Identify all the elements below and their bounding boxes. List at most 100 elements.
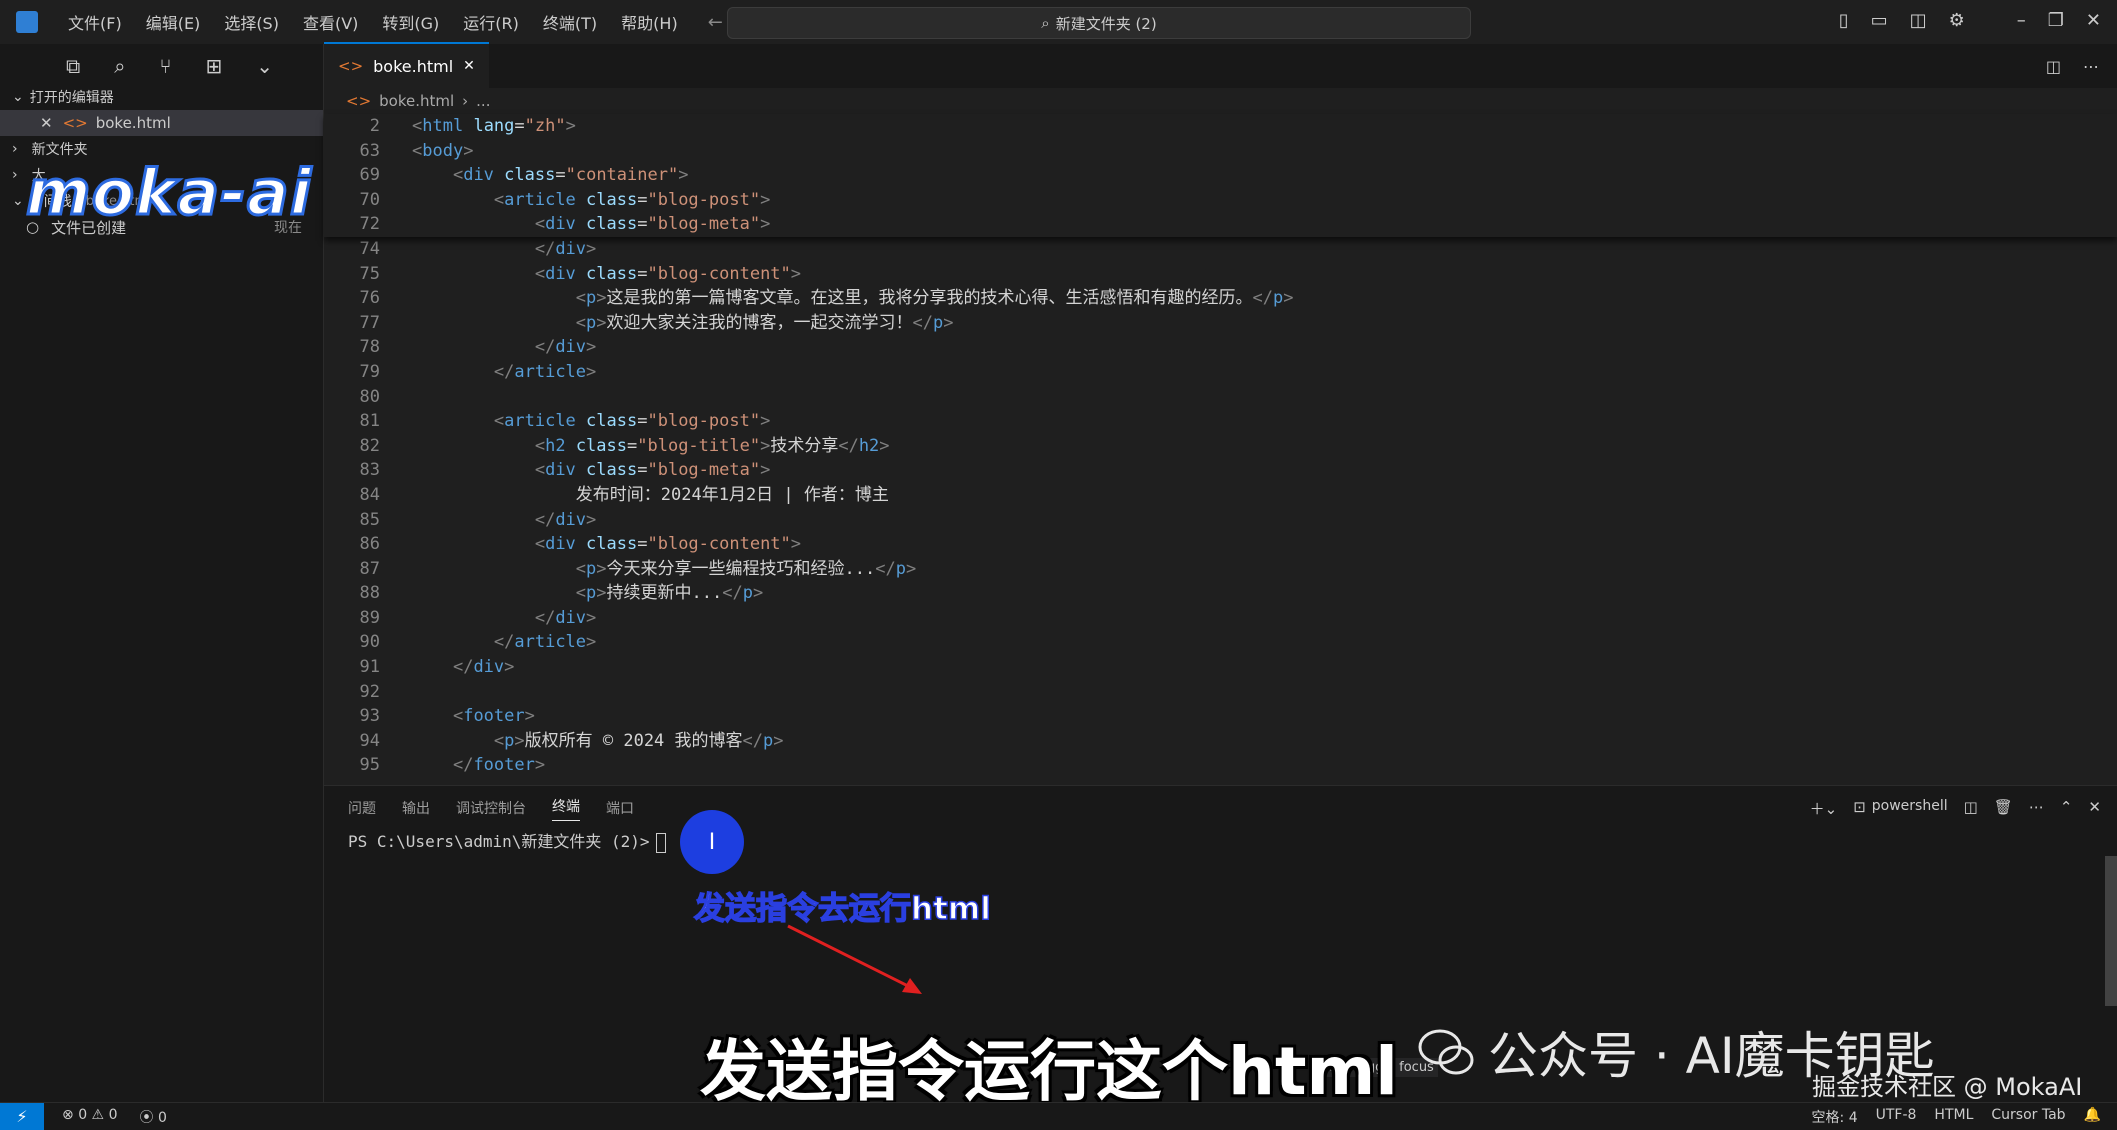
line-number: 78 (359, 337, 380, 358)
code-area[interactable]: 2 <html lang="zh"> 63 <body> 69 <div class="… (324, 114, 2117, 778)
open-editor-item[interactable]: ✕ <> boke.html (0, 110, 323, 136)
code-line: 86 <div class="blog-content"> (324, 532, 2117, 557)
line-content: <h2 class="blog-title">技术分享</h2> (534, 435, 890, 456)
remote-indicator-icon[interactable]: ⚡ (0, 1103, 44, 1130)
video-subtitle: 发送指令运行这个html (700, 1033, 1398, 1110)
code-line: 69 <div class="container"> (324, 163, 2117, 188)
add-terminal-icon[interactable]: ＋⌄ (1810, 798, 1838, 819)
indentation-status[interactable]: 空格: 4 (1812, 1107, 1858, 1127)
menu-help[interactable]: 帮助(H) (609, 6, 690, 38)
terminal-scrollbar[interactable] (2105, 856, 2117, 1006)
restore-icon[interactable]: ❐ (2048, 10, 2064, 31)
terminal-output[interactable]: PS C:\Users\admin\新建文件夹 (2)> (348, 828, 666, 853)
minimize-icon[interactable]: – (2017, 10, 2026, 31)
source-control-icon[interactable]: ⑂ (159, 54, 171, 84)
line-number: 83 (359, 460, 380, 481)
chevron-down-icon[interactable]: ⌄ (256, 54, 273, 84)
command-center-search[interactable]: ⌕ 新建文件夹 (2) (727, 7, 1471, 39)
problems-indicator[interactable]: ⊗ 0 ⚠ 0 (62, 1107, 117, 1127)
toggle-sidebar-icon[interactable]: ▯ (1839, 10, 1849, 31)
tab-output[interactable]: 输出 (402, 798, 430, 818)
code-line: 76 <p>这是我的第一篇博客文章。在这里，我将分享我的技术心得、生活感悟和有趣… (324, 286, 2117, 311)
open-editors-header[interactable]: ⌄ 打开的编辑器 (0, 84, 323, 110)
line-content: </div> (534, 238, 597, 259)
menu-edit[interactable]: 编辑(E) (134, 6, 213, 38)
tab-boke-html[interactable]: <> boke.html ✕ (324, 42, 489, 88)
line-content: <p>这是我的第一篇博客文章。在这里，我将分享我的技术心得、生活感悟和有趣的经历… (575, 288, 1294, 309)
notifications-bell-icon[interactable]: 🔔 (2084, 1107, 2101, 1127)
terminal-cursor (655, 832, 666, 853)
language-status[interactable]: HTML (1934, 1107, 1973, 1127)
chevron-down-icon: ⌄ (12, 89, 24, 105)
code-line: 75 <div class="blog-content"> (324, 262, 2117, 287)
tab-ports[interactable]: 端口 (606, 798, 634, 818)
html-file-icon: <> (62, 114, 88, 132)
line-content: <p>欢迎大家关注我的博客，一起交流学习！</p> (575, 312, 954, 333)
settings-gear-icon[interactable]: ⚙ (1949, 10, 1965, 31)
breadcrumb-more[interactable]: ... (476, 92, 490, 110)
close-window-icon[interactable]: ✕ (2086, 10, 2101, 31)
code-line: 88 <p>持续更新中...</p> (324, 581, 2117, 606)
line-number: 86 (359, 534, 380, 555)
ports-indicator[interactable]: ⦿ 0 (139, 1107, 166, 1127)
line-number: 93 (359, 706, 380, 727)
ports-count: 0 (157, 1109, 167, 1126)
tab-terminal[interactable]: 终端 (552, 796, 580, 821)
editor: <> boke.html ✕ ◫ ⋯ <> boke.html › ... 2 <… (324, 42, 2117, 784)
menu-file[interactable]: 文件(F) (56, 6, 134, 38)
line-number: 2 (369, 116, 380, 136)
trash-icon[interactable]: 🗑 (1994, 798, 2013, 819)
breadcrumb-file[interactable]: boke.html (379, 92, 454, 110)
split-layout-icon[interactable]: ◫ (1910, 10, 1927, 31)
menu-view[interactable]: 查看(V) (291, 6, 370, 38)
line-number: 70 (359, 189, 380, 210)
menu-selection[interactable]: 选择(S) (212, 6, 291, 38)
line-number: 74 (359, 238, 380, 259)
title-bar: 文件(F) 编辑(E) 选择(S) 查看(V) 转到(G) 运行(R) 终端(T… (0, 0, 2117, 45)
close-icon[interactable]: ✕ (40, 114, 53, 132)
line-number: 95 (359, 755, 380, 776)
line-number: 69 (359, 165, 380, 186)
line-content: <div class="container"> (452, 165, 689, 186)
tab-debug-console[interactable]: 调试控制台 (456, 798, 526, 818)
menu-bar: 文件(F) 编辑(E) 选择(S) 查看(V) 转到(G) 运行(R) 终端(T… (56, 6, 690, 38)
extensions-icon[interactable]: ⊞ (205, 54, 222, 84)
sidebar-toolbar: ⧉ ⌕ ⑂ ⊞ ⌄ (0, 44, 323, 84)
editor-tabs: <> boke.html ✕ ◫ ⋯ (324, 42, 2117, 88)
wechat-logo-icon (1418, 1029, 1474, 1075)
line-number: 81 (359, 411, 380, 432)
code-line: 70 <article class="blog-post"> (324, 188, 2117, 213)
line-content: </div> (534, 509, 597, 530)
menu-terminal[interactable]: 终端(T) (531, 6, 609, 38)
code-line: 74 </div> (324, 237, 2117, 262)
maximize-panel-icon[interactable]: ⌃ (2060, 798, 2073, 819)
split-editor-icon[interactable]: ◫ (2046, 57, 2061, 76)
sidebar: ⧉ ⌕ ⑂ ⊞ ⌄ ⌄ 打开的编辑器 ✕ <> boke.html › 新文件夹… (0, 44, 324, 1102)
tab-problems[interactable]: 问题 (348, 798, 376, 818)
search-icon: ⌕ (1041, 14, 1050, 32)
breadcrumb: <> boke.html › ... (324, 88, 2117, 114)
line-number: 84 (359, 484, 380, 505)
code-line: 63 <body> (324, 139, 2117, 164)
more-actions-icon[interactable]: ⋯ (2083, 57, 2099, 76)
encoding-status[interactable]: UTF-8 (1876, 1107, 1917, 1127)
close-icon[interactable]: ✕ (463, 58, 475, 74)
html-file-icon: <> (346, 92, 372, 110)
more-actions-icon[interactable]: ⋯ (2029, 798, 2044, 819)
line-content: </article> (493, 361, 597, 382)
line-content: </div> (534, 337, 597, 358)
split-terminal-icon[interactable]: ◫ (1964, 798, 1978, 819)
toggle-panel-icon[interactable]: ▭ (1871, 10, 1888, 31)
shell-label[interactable]: powershell (1872, 798, 1948, 819)
menu-run[interactable]: 运行(R) (451, 6, 531, 38)
cursor-tab-status[interactable]: Cursor Tab (1991, 1107, 2065, 1127)
back-arrow-icon[interactable]: ← (708, 12, 723, 33)
line-number: 87 (359, 558, 380, 579)
menu-go[interactable]: 转到(G) (370, 6, 451, 38)
line-number: 94 (359, 730, 380, 751)
explorer-icon[interactable]: ⧉ (66, 54, 80, 84)
line-number: 89 (359, 607, 380, 628)
close-panel-icon[interactable]: ✕ (2088, 798, 2101, 819)
search-view-icon[interactable]: ⌕ (114, 54, 125, 84)
credit-watermark: 掘金技术社区 @ MokaAI (1812, 1073, 2083, 1101)
